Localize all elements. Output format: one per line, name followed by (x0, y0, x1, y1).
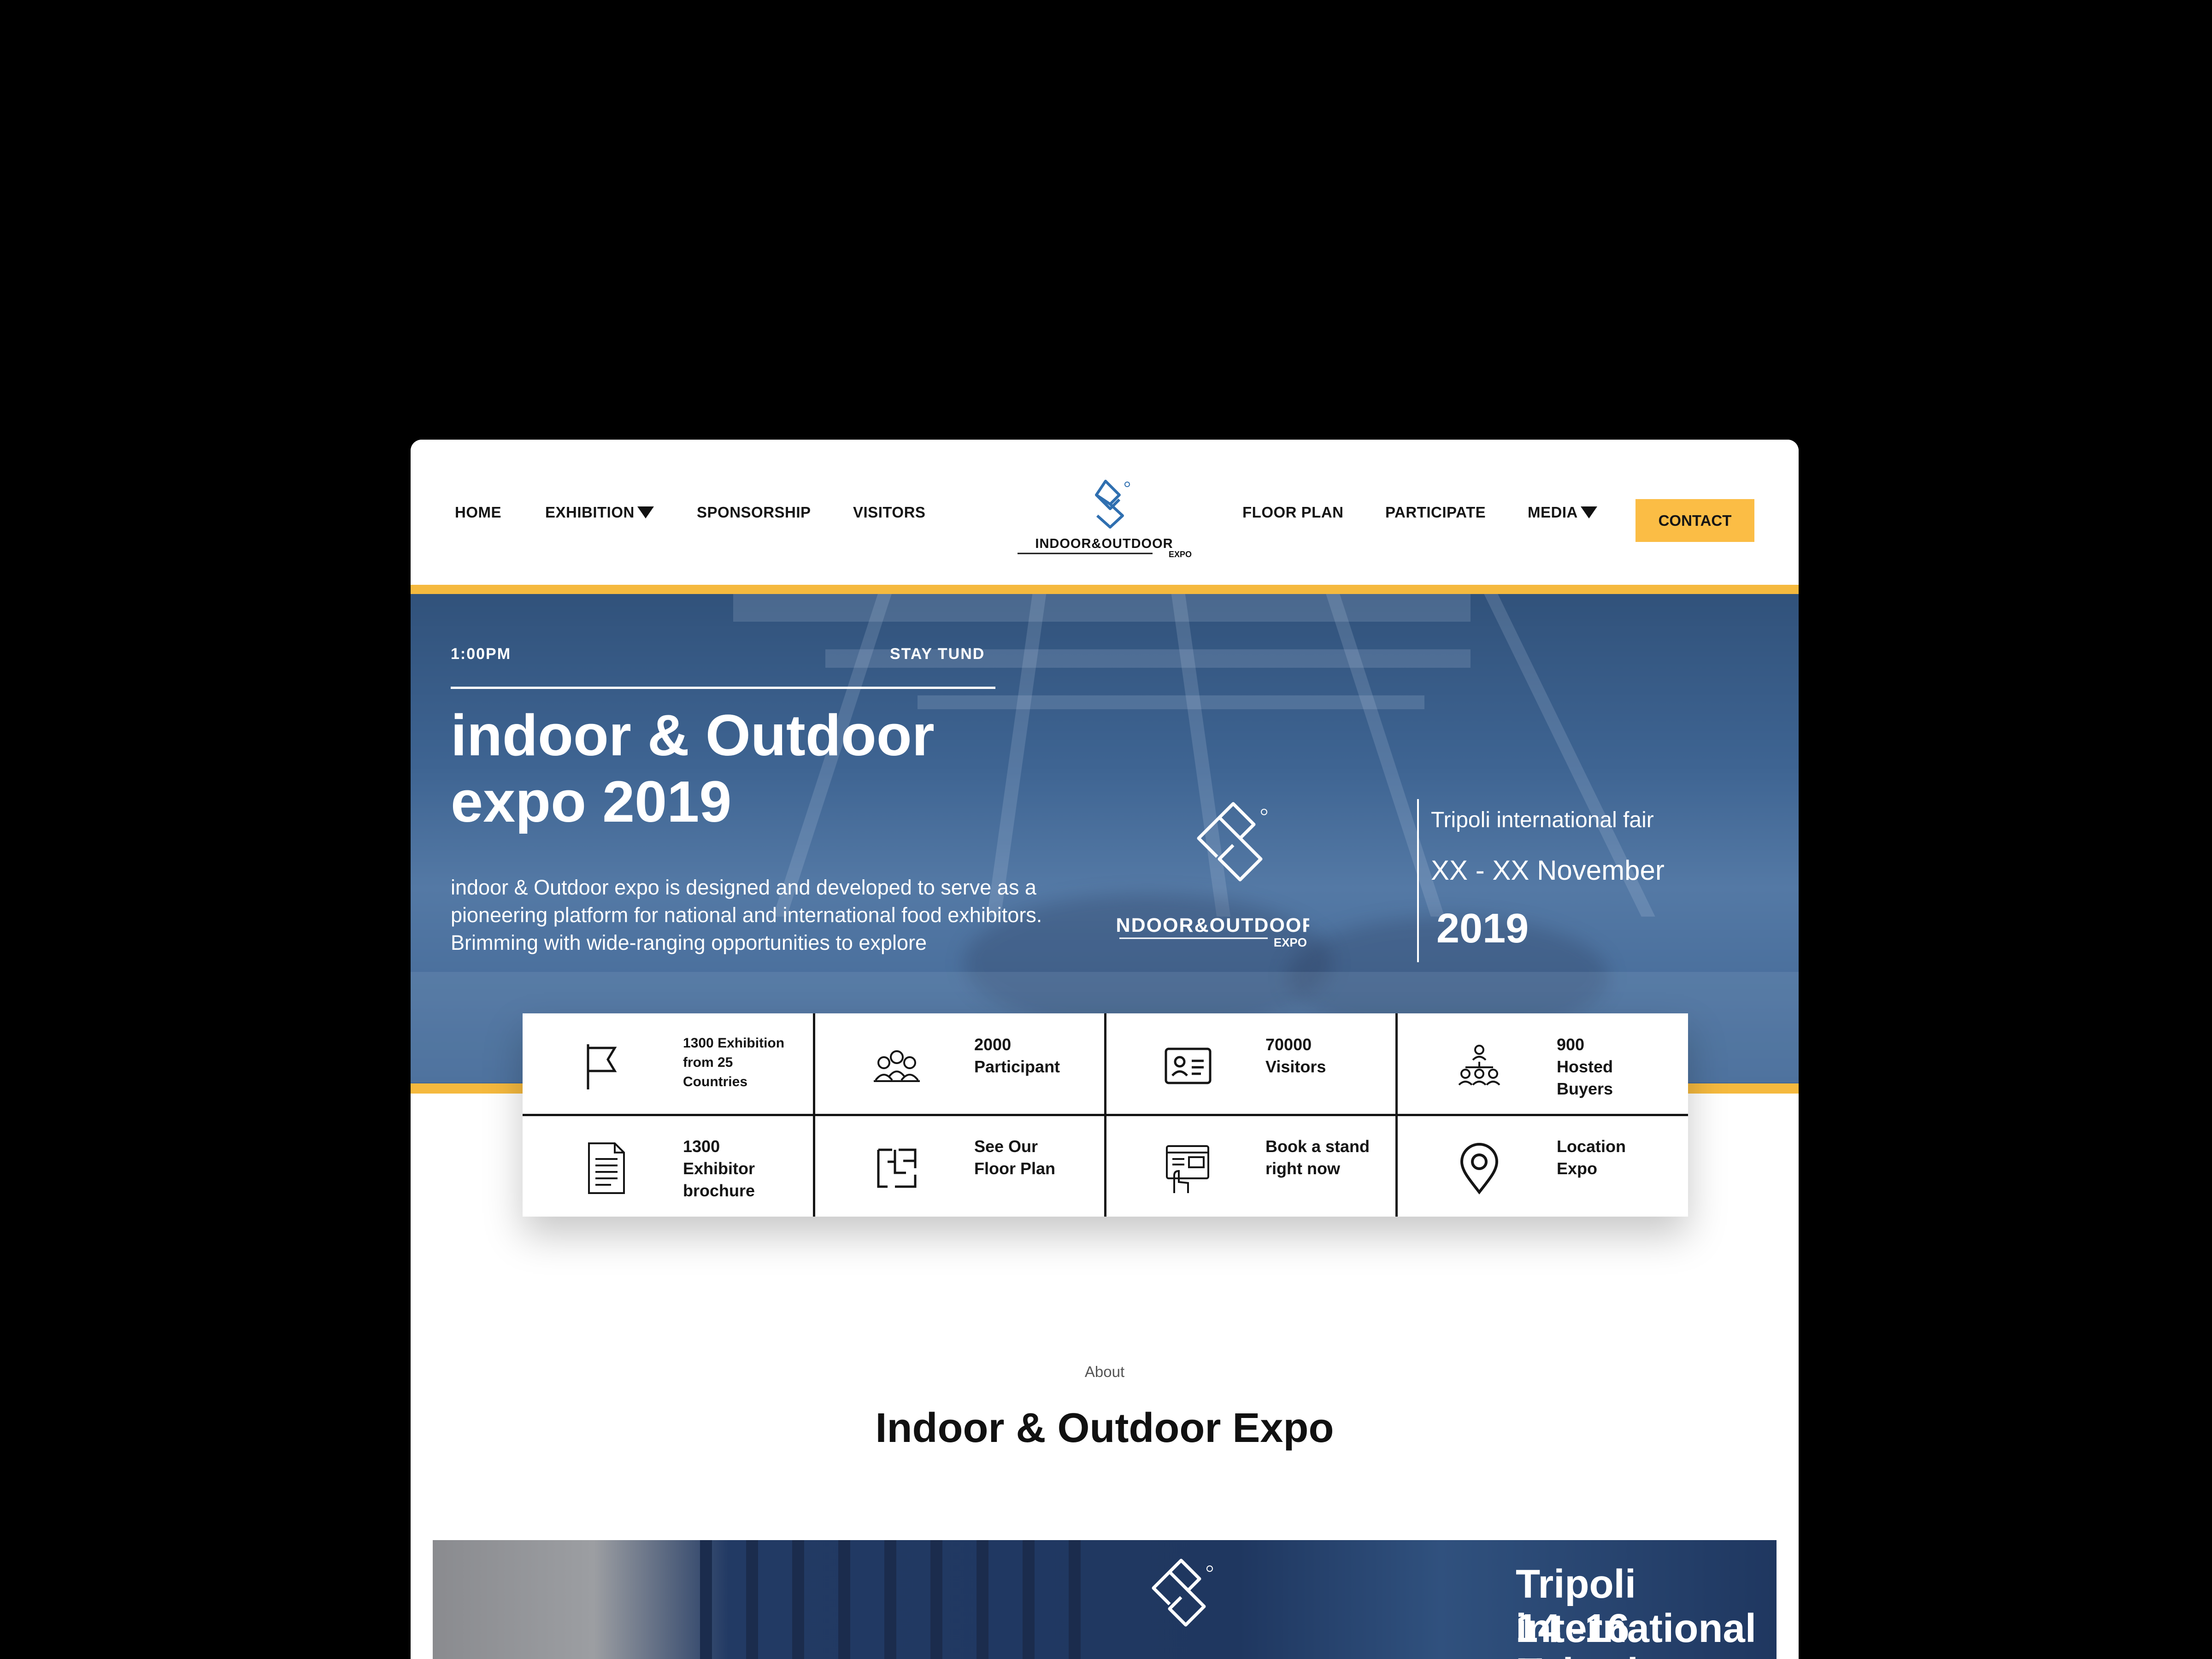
site-header: HOME EXHIBITION SPONSORSHIP VISITORS IND… (411, 440, 1799, 585)
event-year: 2019 (1436, 906, 1529, 952)
buyers-network-icon (1458, 1045, 1500, 1086)
svg-text:INDOOR&OUTDOOR: INDOOR&OUTDOOR (1116, 914, 1309, 936)
stat-label: Location Expo (1557, 1137, 1626, 1178)
location-pin-icon (1460, 1143, 1499, 1194)
expo-logo-white: INDOOR&OUTDOOR EXPO (1116, 802, 1309, 949)
stat-label: 70000 Visitors (1265, 1035, 1326, 1076)
header-accent-bar (411, 585, 1799, 594)
stat-brochure[interactable]: 1300 Exhibitor brochure (523, 1115, 814, 1217)
nav-media[interactable]: MEDIA (1528, 440, 1597, 585)
chevron-down-icon (637, 506, 654, 518)
nav-home[interactable]: HOME (455, 440, 501, 585)
floor-plan-icon (877, 1148, 917, 1188)
svg-text:EXPO: EXPO (1169, 550, 1192, 559)
stat-label: 1300 Exhibition from 25 Countries (683, 1035, 785, 1089)
location-link[interactable]: Location Expo (1396, 1115, 1688, 1217)
banner-dates: 14 -16 Novmber (1516, 1606, 1689, 1659)
hero-background (411, 594, 1799, 1083)
stat-label: 2000 Participant (974, 1035, 1060, 1076)
stat-label: 1300 Exhibitor brochure (683, 1137, 755, 1200)
nav-exhibition[interactable]: EXHIBITION (545, 440, 654, 585)
book-stand-icon (1166, 1145, 1209, 1193)
event-dates: XX - XX November (1431, 855, 1665, 886)
contact-button[interactable]: CONTACT (1635, 499, 1754, 542)
about-kicker: About (1084, 1363, 1125, 1380)
stat-label: Book a stand right now (1265, 1137, 1370, 1178)
banner-logo (1152, 1559, 1213, 1627)
floor-plan-link[interactable]: See Our Floor Plan (814, 1115, 1105, 1217)
hero-divider (451, 687, 995, 689)
stay-tuned-label: STAY TUND (890, 645, 985, 663)
brochure-document-icon (588, 1142, 625, 1194)
nav-visitors[interactable]: VISITORS (853, 440, 925, 585)
chevron-down-icon (1580, 506, 1597, 518)
nav-participate[interactable]: PARTICIPATE (1385, 440, 1486, 585)
hero-logo-separator (1417, 799, 1419, 962)
hero-title-line1: indoor & Outdoor (451, 703, 935, 768)
svg-text:INDOOR&OUTDOOR: INDOOR&OUTDOOR (1035, 536, 1173, 551)
stat-label: 900 Hosted Buyers (1557, 1035, 1613, 1098)
flag-icon (587, 1044, 617, 1089)
nav-sponsorship[interactable]: SPONSORSHIP (697, 440, 811, 585)
browser-window: HOME EXHIBITION SPONSORSHIP VISITORS IND… (411, 440, 1799, 1659)
about-title: Indoor & Outdoor Expo (875, 1405, 1334, 1451)
site-logo[interactable]: INDOOR&OUTDOOR EXPO (1012, 474, 1196, 566)
nav-floor-plan[interactable]: FLOOR PLAN (1242, 440, 1343, 585)
visitor-card-icon (1165, 1047, 1212, 1084)
venue-label: Tripoli international fair (1431, 808, 1654, 832)
stat-label: See Our Floor Plan (974, 1137, 1056, 1178)
hero-description: indoor & Outdoor expo is designed and de… (451, 876, 1042, 954)
hero-title: indoor & Outdoor expo 2019 (451, 702, 1096, 835)
svg-text:EXPO: EXPO (1274, 935, 1307, 949)
book-stand-link[interactable]: Book a stand right now (1105, 1115, 1396, 1217)
stats-grid: 1300 Exhibition from 25 Countries 2000 P… (523, 1013, 1688, 1217)
stat-visitors[interactable]: 70000 Visitors (1105, 1013, 1396, 1115)
hero-title-line2: expo 2019 (451, 769, 732, 834)
stat-exhibitions[interactable]: 1300 Exhibition from 25 Countries (523, 1013, 814, 1115)
participants-icon (874, 1050, 920, 1082)
grid-divider (523, 1114, 1688, 1116)
stat-buyers[interactable]: 900 Hosted Buyers (1396, 1013, 1688, 1115)
stat-participants[interactable]: 2000 Participant (814, 1013, 1105, 1115)
event-time: 1:00PM (451, 645, 512, 663)
